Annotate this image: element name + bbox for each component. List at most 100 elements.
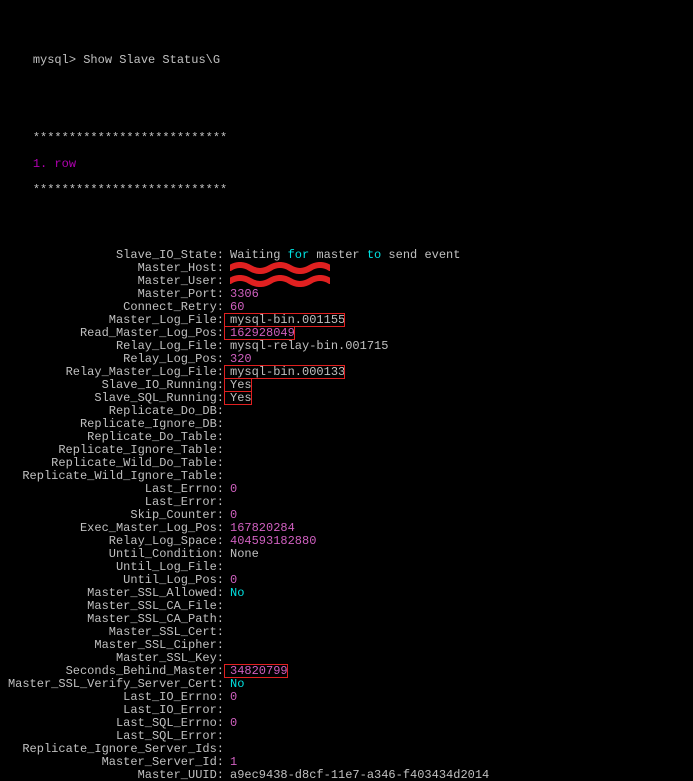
value-fragment: Yes <box>230 391 252 405</box>
redacted-scribble-icon <box>230 262 330 274</box>
status-line-master_uuid: Master_UUID: a9ec9438-d8cf-11e7-a346-f403… <box>4 769 689 781</box>
value-fragment: 404593182880 <box>230 534 316 548</box>
status-line-relay_log_file: Relay_Log_File:mysql-relay-bin.001715 <box>4 340 689 353</box>
value-fragment: 320 <box>230 352 252 366</box>
status-line-master_ssl_verify_server_cert: Master_SSL_Verify_Server_Cert:No <box>4 678 689 691</box>
status-value <box>224 417 230 431</box>
value-fragment: Waiting <box>230 248 288 262</box>
status-value <box>224 625 230 639</box>
status-value <box>224 742 230 756</box>
status-value <box>224 469 230 483</box>
status-value: No <box>224 586 244 600</box>
status-value <box>224 560 230 574</box>
status-value <box>224 729 230 743</box>
value-fragment: a9ec9438-d8cf-11e7-a346-f403434d2014 <box>230 768 489 781</box>
status-value <box>224 599 230 613</box>
value-fragment: 167820284 <box>230 521 295 535</box>
value-fragment: No <box>230 677 244 691</box>
status-value <box>224 651 230 665</box>
status-value: a9ec9438-d8cf-11e7-a346-f403434d2014 <box>224 768 489 781</box>
status-value <box>224 430 230 444</box>
status-value <box>224 443 230 457</box>
status-line-relay_log_space: Relay_Log_Space:404593182880 <box>4 535 689 548</box>
value-fragment: 3306 <box>230 287 259 301</box>
status-value <box>224 612 230 626</box>
status-line-until_condition: Until_Condition:None <box>4 548 689 561</box>
value-fragment: 162928049 <box>230 326 295 340</box>
value-fragment: 0 <box>230 508 237 522</box>
status-value: 162928049 <box>224 326 295 340</box>
status-value: 0 <box>224 482 237 496</box>
status-line-master_ssl_cipher: Master_SSL_Cipher: <box>4 639 689 652</box>
status-line-last_sql_errno: Last_SQL_Errno:0 <box>4 717 689 730</box>
value-fragment: 0 <box>230 482 237 496</box>
status-label: Slave_IO_State: <box>4 249 224 262</box>
value-fragment: Yes <box>230 378 252 392</box>
status-value: mysql-bin.000133 <box>224 365 345 379</box>
value-fragment: mysql-bin.001155 <box>230 313 345 327</box>
value-fragment: 0 <box>230 573 237 587</box>
status-value: 3306 <box>224 287 259 301</box>
status-line-slave_io_state: Slave_IO_State:Waiting for master to sen… <box>4 249 689 262</box>
status-line-last_io_errno: Last_IO_Errno:0 <box>4 691 689 704</box>
status-value <box>224 703 230 717</box>
value-fragment: to <box>367 248 381 262</box>
status-value: 60 <box>224 300 244 314</box>
value-fragment: 0 <box>230 716 237 730</box>
status-value: 167820284 <box>224 521 295 535</box>
status-line-until_log_file: Until_Log_File: <box>4 561 689 574</box>
status-value <box>224 274 330 288</box>
status-line-master_host: Master_Host: <box>4 262 689 275</box>
status-value <box>224 404 230 418</box>
value-fragment: 34820799 <box>230 664 288 678</box>
value-fragment: None <box>230 547 259 561</box>
value-fragment: for <box>288 248 310 262</box>
status-line-master_user: Master_User: <box>4 275 689 288</box>
status-value: 34820799 <box>224 664 288 678</box>
status-line-slave_sql_running: Slave_SQL_Running:Yes <box>4 392 689 405</box>
status-value: 0 <box>224 508 237 522</box>
status-value: None <box>224 547 259 561</box>
value-fragment: 0 <box>230 690 237 704</box>
redacted-scribble-icon <box>230 275 330 287</box>
status-line-exec_master_log_pos: Exec_Master_Log_Pos:167820284 <box>4 522 689 535</box>
status-value: 0 <box>224 573 237 587</box>
row-sep-left: *************************** <box>33 131 227 145</box>
status-value <box>224 261 330 275</box>
value-fragment: 60 <box>230 300 244 314</box>
status-value: mysql-bin.001155 <box>224 313 345 327</box>
status-value <box>224 456 230 470</box>
status-value: Yes <box>224 378 252 392</box>
status-value: 0 <box>224 690 237 704</box>
status-label: Master_UUID: <box>4 769 224 781</box>
terminal-output: mysql> Show Slave Status\G *************… <box>0 0 693 781</box>
row-separator: *************************** 1. row *****… <box>4 119 689 210</box>
status-line-last_io_error: Last_IO_Error: <box>4 704 689 717</box>
status-value: Yes <box>224 391 252 405</box>
row-sep-right: *************************** <box>33 183 227 197</box>
status-value: Waiting for master to send event <box>224 248 460 262</box>
status-value <box>224 495 230 509</box>
status-line-last_errno: Last_Errno:0 <box>4 483 689 496</box>
status-value: 404593182880 <box>224 534 316 548</box>
value-fragment: mysql-bin.000133 <box>230 365 345 379</box>
value-fragment: 1 <box>230 755 237 769</box>
status-value: 0 <box>224 716 237 730</box>
row-number: 1. row <box>33 157 76 171</box>
status-line-master_port: Master_Port:3306 <box>4 288 689 301</box>
status-value <box>224 638 230 652</box>
status-value: 320 <box>224 352 252 366</box>
status-line-master_ssl_ca_path: Master_SSL_CA_Path: <box>4 613 689 626</box>
status-lines: Slave_IO_State:Waiting for master to sen… <box>4 249 689 781</box>
prompt-text: mysql> Show Slave Status\G <box>33 53 220 67</box>
status-line-last_error: Last_Error: <box>4 496 689 509</box>
value-fragment: send event <box>381 248 460 262</box>
status-value: mysql-relay-bin.001715 <box>224 339 388 353</box>
status-line-connect_retry: Connect_Retry:60 <box>4 301 689 314</box>
status-label: Master_Host: <box>4 262 224 275</box>
value-fragment: No <box>230 586 244 600</box>
status-value: No <box>224 677 244 691</box>
prompt-line: mysql> Show Slave Status\G <box>4 41 689 80</box>
value-fragment: mysql-relay-bin.001715 <box>230 339 388 353</box>
status-line-replicate_wild_ignore_table: Replicate_Wild_Ignore_Table: <box>4 470 689 483</box>
